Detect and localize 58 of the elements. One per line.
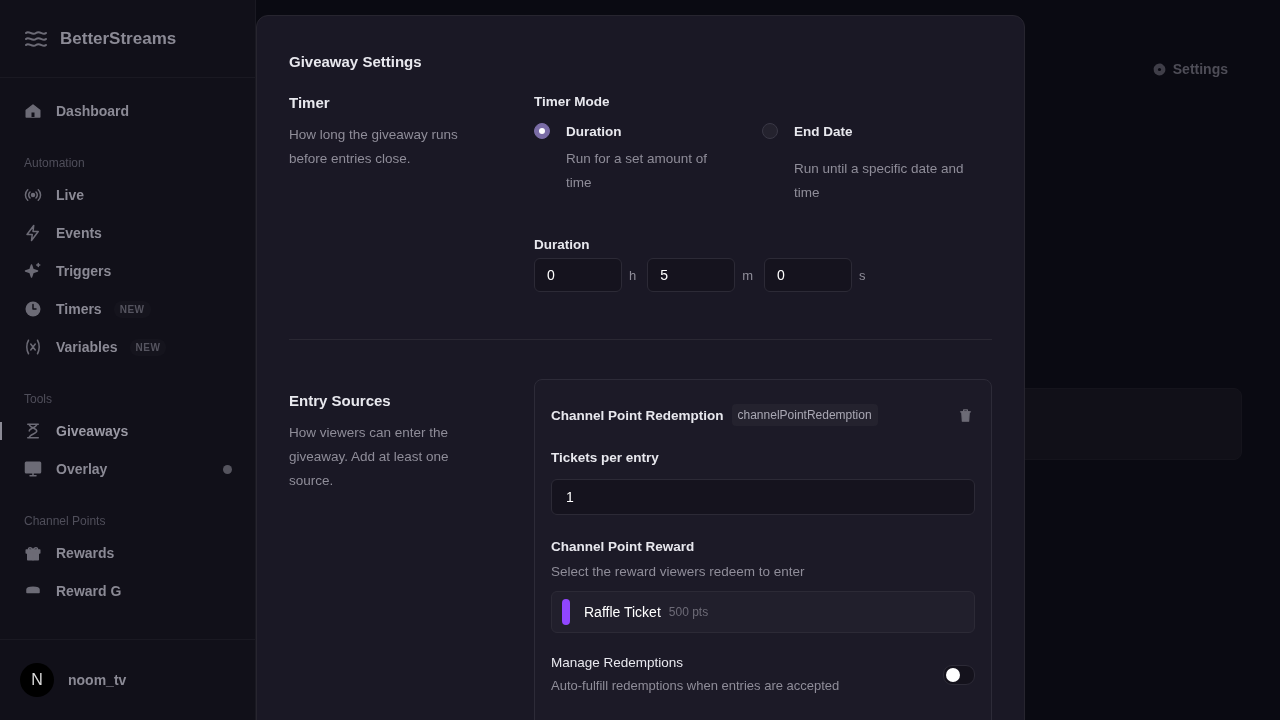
avatar: N <box>20 663 54 697</box>
new-badge: NEW <box>129 338 167 356</box>
field-label: Duration <box>534 237 591 252</box>
new-badge: NEW <box>113 300 151 318</box>
number-field[interactable]: 5 <box>647 258 736 292</box>
number-field[interactable]: 0 <box>764 258 853 292</box>
section-heading: Tools <box>23 392 53 406</box>
sidebar-item[interactable]: Reward G <box>0 572 255 610</box>
field-label: Tickets per entry <box>551 450 660 465</box>
section-description: How viewers can enter the giveaway. Add at least one source. <box>289 424 450 490</box>
gear-icon <box>1151 61 1167 77</box>
section-title: Entry Sources <box>289 392 392 409</box>
reward-picker[interactable]: Raffle Ticket 500 pts <box>551 591 975 633</box>
option-description: Run until a specific date and time <box>794 160 964 202</box>
radio-button[interactable] <box>762 123 778 139</box>
section-title: Timer <box>289 94 331 111</box>
unit-label: m <box>742 267 754 283</box>
lightning-icon <box>24 224 42 242</box>
sidebar-item[interactable]: Live <box>0 176 255 214</box>
field-label: Timer Mode <box>534 94 611 109</box>
unit-label: h <box>629 267 637 283</box>
sidebar-item[interactable]: Rewards <box>0 534 255 572</box>
broadcast-icon <box>24 186 42 204</box>
sidebar-item[interactable]: Timers NEW <box>0 290 255 328</box>
field-hint: Select the reward viewers redeem to enter <box>551 564 806 579</box>
monitor-icon <box>24 460 42 478</box>
toggle-description: Auto-fulfill redemptions when entries are accepted <box>551 678 840 693</box>
sparkles-icon <box>24 262 42 280</box>
dialog-title: Giveaway Settings <box>289 53 423 70</box>
trash-icon <box>958 407 973 423</box>
sidebar-item[interactable]: Overlay <box>0 450 255 488</box>
option-description: Run for a set amount of time <box>566 150 709 192</box>
hourglass-icon <box>24 422 42 440</box>
variable-icon <box>24 338 42 356</box>
section-heading: Automation <box>23 156 86 170</box>
sidebar-item[interactable]: Giveaways <box>0 412 255 450</box>
clock-icon <box>24 300 42 318</box>
user-name: noom_tv <box>68 672 127 688</box>
gift-icon <box>24 544 42 562</box>
option-label: Duration <box>566 123 622 139</box>
sidebar-item[interactable]: Variables NEW <box>0 328 255 366</box>
home-icon <box>24 102 42 120</box>
toggle-switch[interactable] <box>943 665 975 685</box>
source-title: Channel Point Redemption <box>551 407 724 423</box>
field-label: Channel Point Reward <box>551 539 696 554</box>
sidebar-item[interactable]: Triggers <box>0 252 255 290</box>
section-heading: Channel Points <box>23 514 107 528</box>
radio-button[interactable] <box>534 123 550 139</box>
option-label: End Date <box>794 123 853 139</box>
tickets-field[interactable]: 1 <box>551 479 975 515</box>
number-field[interactable]: 0 <box>534 258 622 292</box>
sidebar-item[interactable]: Dashboard <box>0 92 255 130</box>
sidebar-item[interactable]: Events <box>0 214 255 252</box>
source-type-tag: channelPointRedemption <box>731 404 878 426</box>
toggle-label: Manage Redemptions <box>551 655 685 670</box>
section-description: How long the giveaway runs before entries close. <box>289 126 459 168</box>
app-name: BetterStreams <box>60 28 177 49</box>
unit-label: s <box>859 267 866 283</box>
